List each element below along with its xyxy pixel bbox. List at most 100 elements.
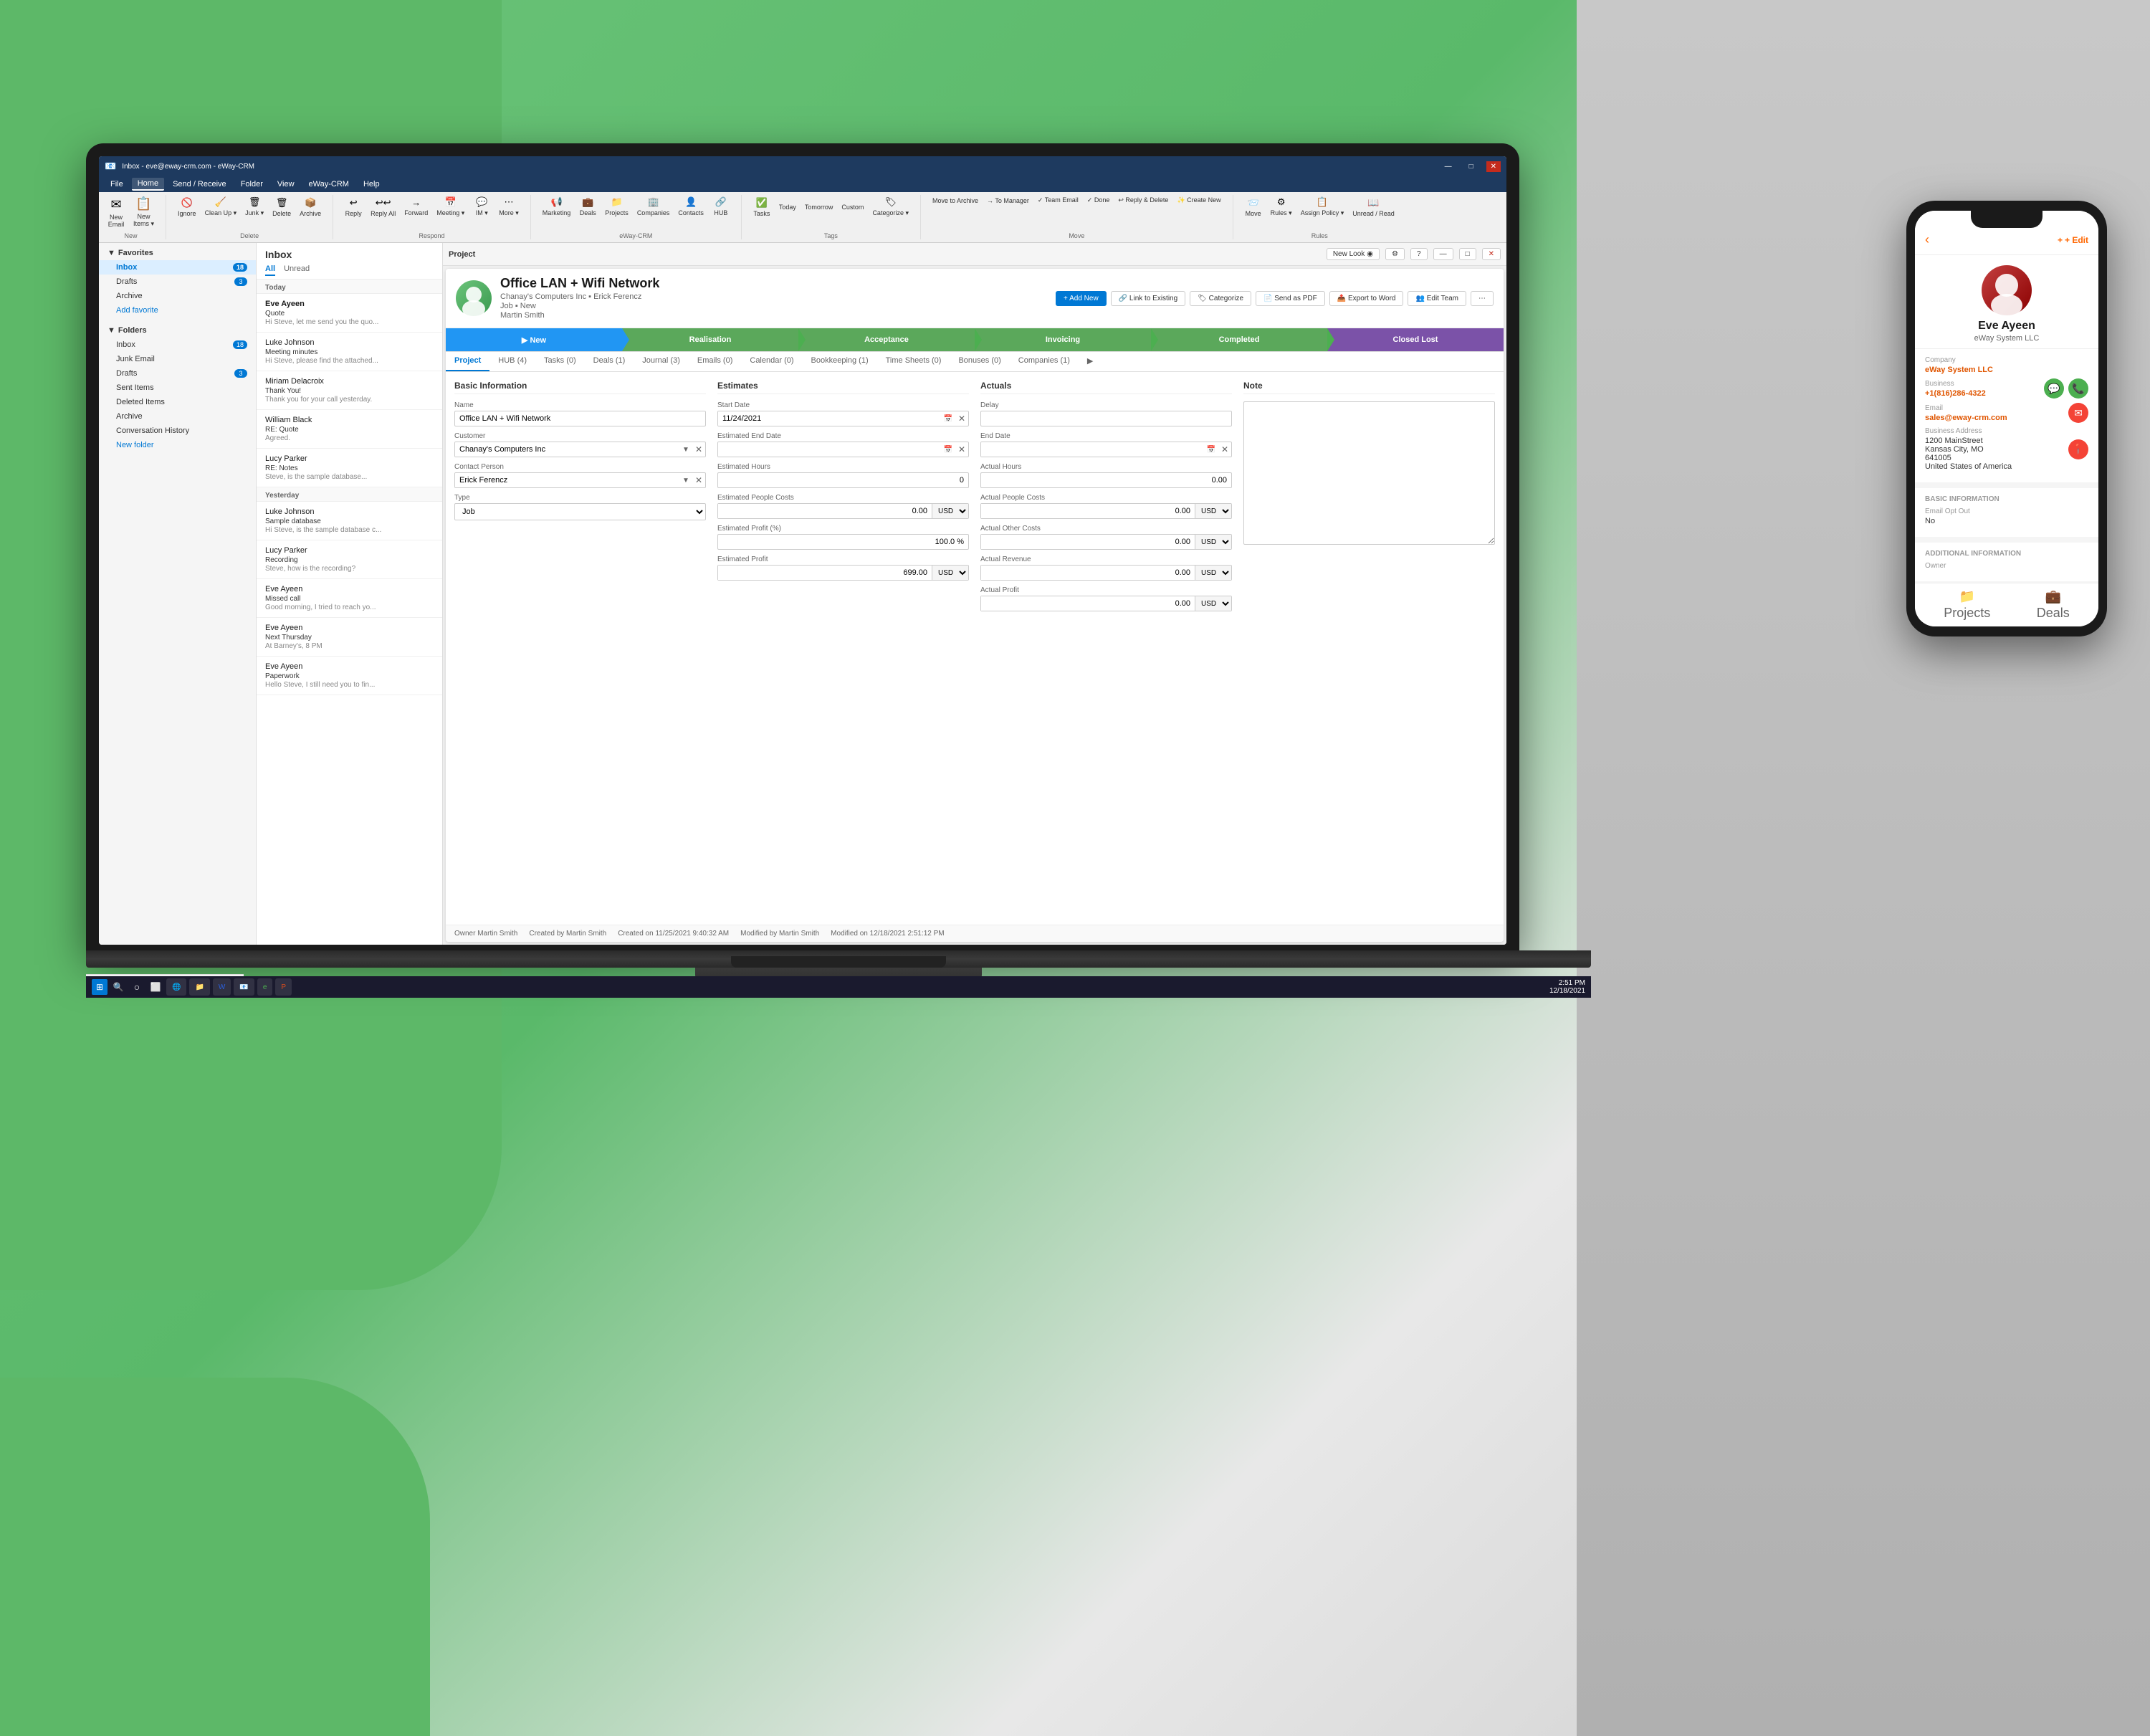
tab-time-sheets[interactable]: Time Sheets (0) <box>877 352 950 371</box>
new-email-button[interactable]: ✉ NewEmail <box>105 196 128 229</box>
move-rules-button[interactable]: 📨 Move <box>1242 196 1265 219</box>
stage-invoicing[interactable]: Invoicing <box>975 328 1151 351</box>
phone-footer-deals[interactable]: 💼 Deals <box>2037 589 2070 621</box>
end-date-clear-icon[interactable]: ✕ <box>1218 444 1231 454</box>
stage-completed[interactable]: Completed <box>1151 328 1327 351</box>
est-end-date-calendar-icon[interactable]: 📅 <box>940 446 955 454</box>
create-new-button[interactable]: ✨ Create New <box>1174 195 1223 206</box>
sidebar-item-inbox-favorites[interactable]: Inbox 18 <box>99 260 256 275</box>
crm-toolbar-settings[interactable]: ⚙ <box>1385 248 1405 260</box>
phone-map-icon[interactable]: 📍 <box>2068 439 2088 459</box>
archive-button[interactable]: 📦 Archive <box>297 196 324 219</box>
start-date-clear-icon[interactable]: ✕ <box>955 414 968 424</box>
phone-email-value[interactable]: sales@eway-crm.com <box>1925 414 2007 422</box>
note-textarea[interactable] <box>1243 401 1495 545</box>
sidebar-item-drafts[interactable]: Drafts 3 <box>99 366 256 381</box>
actual-other-costs-currency[interactable]: USD <box>1195 535 1231 549</box>
more-button[interactable]: ⋯ More ▾ <box>496 195 522 219</box>
name-field-input[interactable] <box>454 411 706 426</box>
email-item[interactable]: Eve Ayeen Paperwork Hello Steve, I still… <box>257 657 442 695</box>
reply-button[interactable]: ↩ Reply <box>342 196 365 219</box>
team-email-button[interactable]: ✓ Team Email <box>1035 195 1081 206</box>
move-to-archive-button[interactable]: Move to Archive <box>930 196 981 206</box>
actual-people-costs-input[interactable] <box>981 504 1195 518</box>
close-button[interactable]: ✕ <box>1486 161 1501 172</box>
marketing-button[interactable]: 📢 Marketing <box>540 195 574 218</box>
edit-team-button[interactable]: 👥 Edit Team <box>1408 291 1466 306</box>
customer-dropdown-icon[interactable]: ▼ <box>679 446 692 454</box>
menu-file[interactable]: File <box>105 178 129 190</box>
contact-dropdown-icon[interactable]: ▼ <box>679 477 692 485</box>
tab-companies[interactable]: Companies (1) <box>1010 352 1079 371</box>
tomorrow-button[interactable]: Tomorrow <box>802 202 836 212</box>
est-profit-pct-input[interactable] <box>717 534 969 550</box>
tab-calendar[interactable]: Calendar (0) <box>741 352 802 371</box>
unread-read-button[interactable]: 📖 Unread / Read <box>1349 196 1398 219</box>
tasks-button[interactable]: ✅ Tasks <box>750 196 773 219</box>
customer-clear-icon[interactable]: ✕ <box>692 444 705 454</box>
junk-button[interactable]: 🗑 Junk ▾ <box>242 195 267 219</box>
hub-button[interactable]: 🔗 HUB <box>710 195 732 218</box>
stage-new[interactable]: ▶ New <box>446 328 622 351</box>
categorize-button[interactable]: 🏷 Categorize ▾ <box>869 195 912 219</box>
forward-button[interactable]: → Forward <box>401 196 431 218</box>
new-folder-link[interactable]: New folder <box>99 438 256 452</box>
im-button[interactable]: 💬 IM ▾ <box>470 195 493 219</box>
est-end-date-input[interactable] <box>718 442 940 457</box>
sidebar-item-sent[interactable]: Sent Items <box>99 381 256 395</box>
done-button[interactable]: ✓ Done <box>1084 195 1113 206</box>
est-people-costs-input[interactable] <box>718 504 932 518</box>
contact-field-input[interactable] <box>455 473 679 487</box>
est-people-costs-currency[interactable]: USD <box>932 504 968 518</box>
menu-eway-crm[interactable]: eWay-CRM <box>303 178 355 190</box>
link-existing-button[interactable]: 🔗 Link to Existing <box>1111 291 1186 306</box>
sidebar-item-junk[interactable]: Junk Email <box>99 352 256 366</box>
crm-toolbar-help[interactable]: ? <box>1410 248 1428 260</box>
email-item[interactable]: Lucy Parker Recording Steve, how is the … <box>257 540 442 579</box>
filter-tab-all[interactable]: All <box>265 263 275 276</box>
sidebar-item-archive-favorites[interactable]: Archive <box>99 289 256 303</box>
actual-other-costs-input[interactable] <box>981 535 1195 549</box>
add-new-button[interactable]: + Add New <box>1056 291 1107 306</box>
menu-view[interactable]: View <box>272 178 300 190</box>
est-profit-input[interactable] <box>718 566 932 580</box>
crm-toolbar-maximize[interactable]: □ <box>1459 248 1476 260</box>
tab-hub[interactable]: HUB (4) <box>489 352 535 371</box>
contacts-button[interactable]: 👤 Contacts <box>675 195 707 218</box>
sidebar-item-conversation-history[interactable]: Conversation History <box>99 424 256 438</box>
est-end-date-clear-icon[interactable]: ✕ <box>955 444 968 454</box>
start-date-calendar-icon[interactable]: 📅 <box>940 415 955 423</box>
customer-field-input[interactable] <box>455 442 679 457</box>
assign-policy-button[interactable]: 📋 Assign Policy ▾ <box>1298 195 1347 219</box>
actual-revenue-input[interactable] <box>981 566 1195 580</box>
menu-send-receive[interactable]: Send / Receive <box>167 178 232 190</box>
sidebar-favorites-header[interactable]: ▼ Favorites <box>99 246 256 260</box>
actual-people-costs-currency[interactable]: USD <box>1195 504 1231 518</box>
menu-home[interactable]: Home <box>132 178 164 191</box>
contact-clear-icon[interactable]: ✕ <box>692 475 705 485</box>
email-item[interactable]: Lucy Parker RE: Notes Steve, is the samp… <box>257 449 442 487</box>
today-button[interactable]: Today <box>776 202 799 212</box>
send-pdf-button[interactable]: 📄 Send as PDF <box>1256 291 1325 306</box>
maximize-button[interactable]: □ <box>1465 161 1478 172</box>
actual-profit-currency[interactable]: USD <box>1195 596 1231 611</box>
new-look-button[interactable]: New Look ◉ <box>1327 248 1380 260</box>
delay-input[interactable] <box>980 411 1232 426</box>
end-date-input[interactable] <box>981 442 1203 457</box>
email-item[interactable]: Eve Ayeen Missed call Good morning, I tr… <box>257 579 442 618</box>
sidebar-item-archive[interactable]: Archive <box>99 409 256 424</box>
companies-button[interactable]: 🏢 Companies <box>634 195 673 218</box>
to-manager-button[interactable]: → To Manager <box>984 196 1032 206</box>
email-item[interactable]: Luke Johnson Sample database Hi Steve, i… <box>257 502 442 540</box>
export-word-button[interactable]: 📤 Export to Word <box>1329 291 1404 306</box>
phone-back-button[interactable]: ‹ <box>1925 232 1929 247</box>
sidebar-item-drafts-favorites[interactable]: Drafts 3 <box>99 275 256 289</box>
new-items-button[interactable]: 📋 NewItems ▾ <box>130 195 157 229</box>
stage-closed-lost[interactable]: Closed Lost <box>1327 328 1504 351</box>
sidebar-item-inbox[interactable]: Inbox 18 <box>99 338 256 352</box>
tab-more[interactable]: ▶ <box>1079 352 1102 371</box>
email-item[interactable]: Miriam Delacroix Thank You! Thank you fo… <box>257 371 442 410</box>
email-item[interactable]: William Black RE: Quote Agreed. <box>257 410 442 449</box>
reply-all-button[interactable]: ↩↩ Reply All <box>368 196 398 219</box>
email-item[interactable]: Luke Johnson Meeting minutes Hi Steve, p… <box>257 333 442 371</box>
